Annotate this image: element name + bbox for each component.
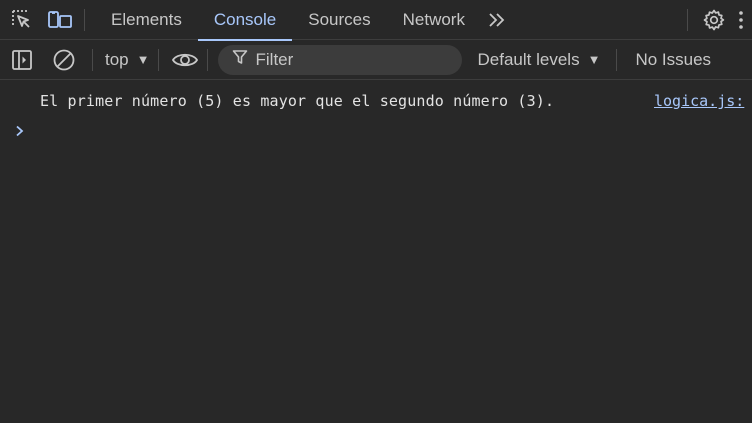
issues-counter[interactable]: No Issues [617,50,711,70]
devtools-window: Elements Console Sources Network top ▼ F… [0,0,752,423]
context-selector-value: top [105,49,129,69]
prompt-chevron-icon[interactable] [14,124,34,144]
tab-console[interactable]: Console [197,0,293,41]
console-message-text: El primer número (5) es mayor que el seg… [40,92,555,110]
device-toggle-icon[interactable] [44,4,76,36]
toolbar-separator [687,9,688,31]
filter-input[interactable] [255,49,436,70]
filter-box[interactable] [217,44,462,75]
tab-bar: Elements Console Sources Network [0,0,752,41]
inspect-element-icon[interactable] [6,4,38,36]
tab-elements[interactable]: Elements [95,0,198,40]
console-output: El primer número (5) es mayor que el seg… [0,80,752,423]
context-selector[interactable]: top ▼ [93,40,158,80]
toolbar-separator [157,48,159,71]
kebab-menu-icon[interactable] [730,4,752,36]
clear-console-icon[interactable] [48,44,80,76]
toolbar-separator [206,48,208,71]
console-message-source-link[interactable]: logica.js: [654,92,744,110]
console-toolbar: top ▼ Default levels ▼ No Issues [0,40,752,80]
filter-funnel-icon [232,49,248,70]
toolbar-separator [84,8,85,31]
caret-down-icon: ▼ [136,52,150,67]
tab-sources[interactable]: Sources [292,0,386,40]
caret-down-icon: ▼ [587,52,601,67]
tabbar-right-actions [687,0,752,40]
log-levels-value: Default levels [477,49,580,69]
live-expression-eye-icon[interactable] [169,44,201,76]
console-message: El primer número (5) es mayor que el seg… [0,80,752,110]
more-tabs-icon[interactable] [481,0,513,40]
tab-network[interactable]: Network [387,0,481,40]
settings-gear-icon[interactable] [698,4,730,36]
sidebar-toggle-icon[interactable] [6,44,38,76]
log-levels-dropdown[interactable]: Default levels ▼ [462,40,617,80]
